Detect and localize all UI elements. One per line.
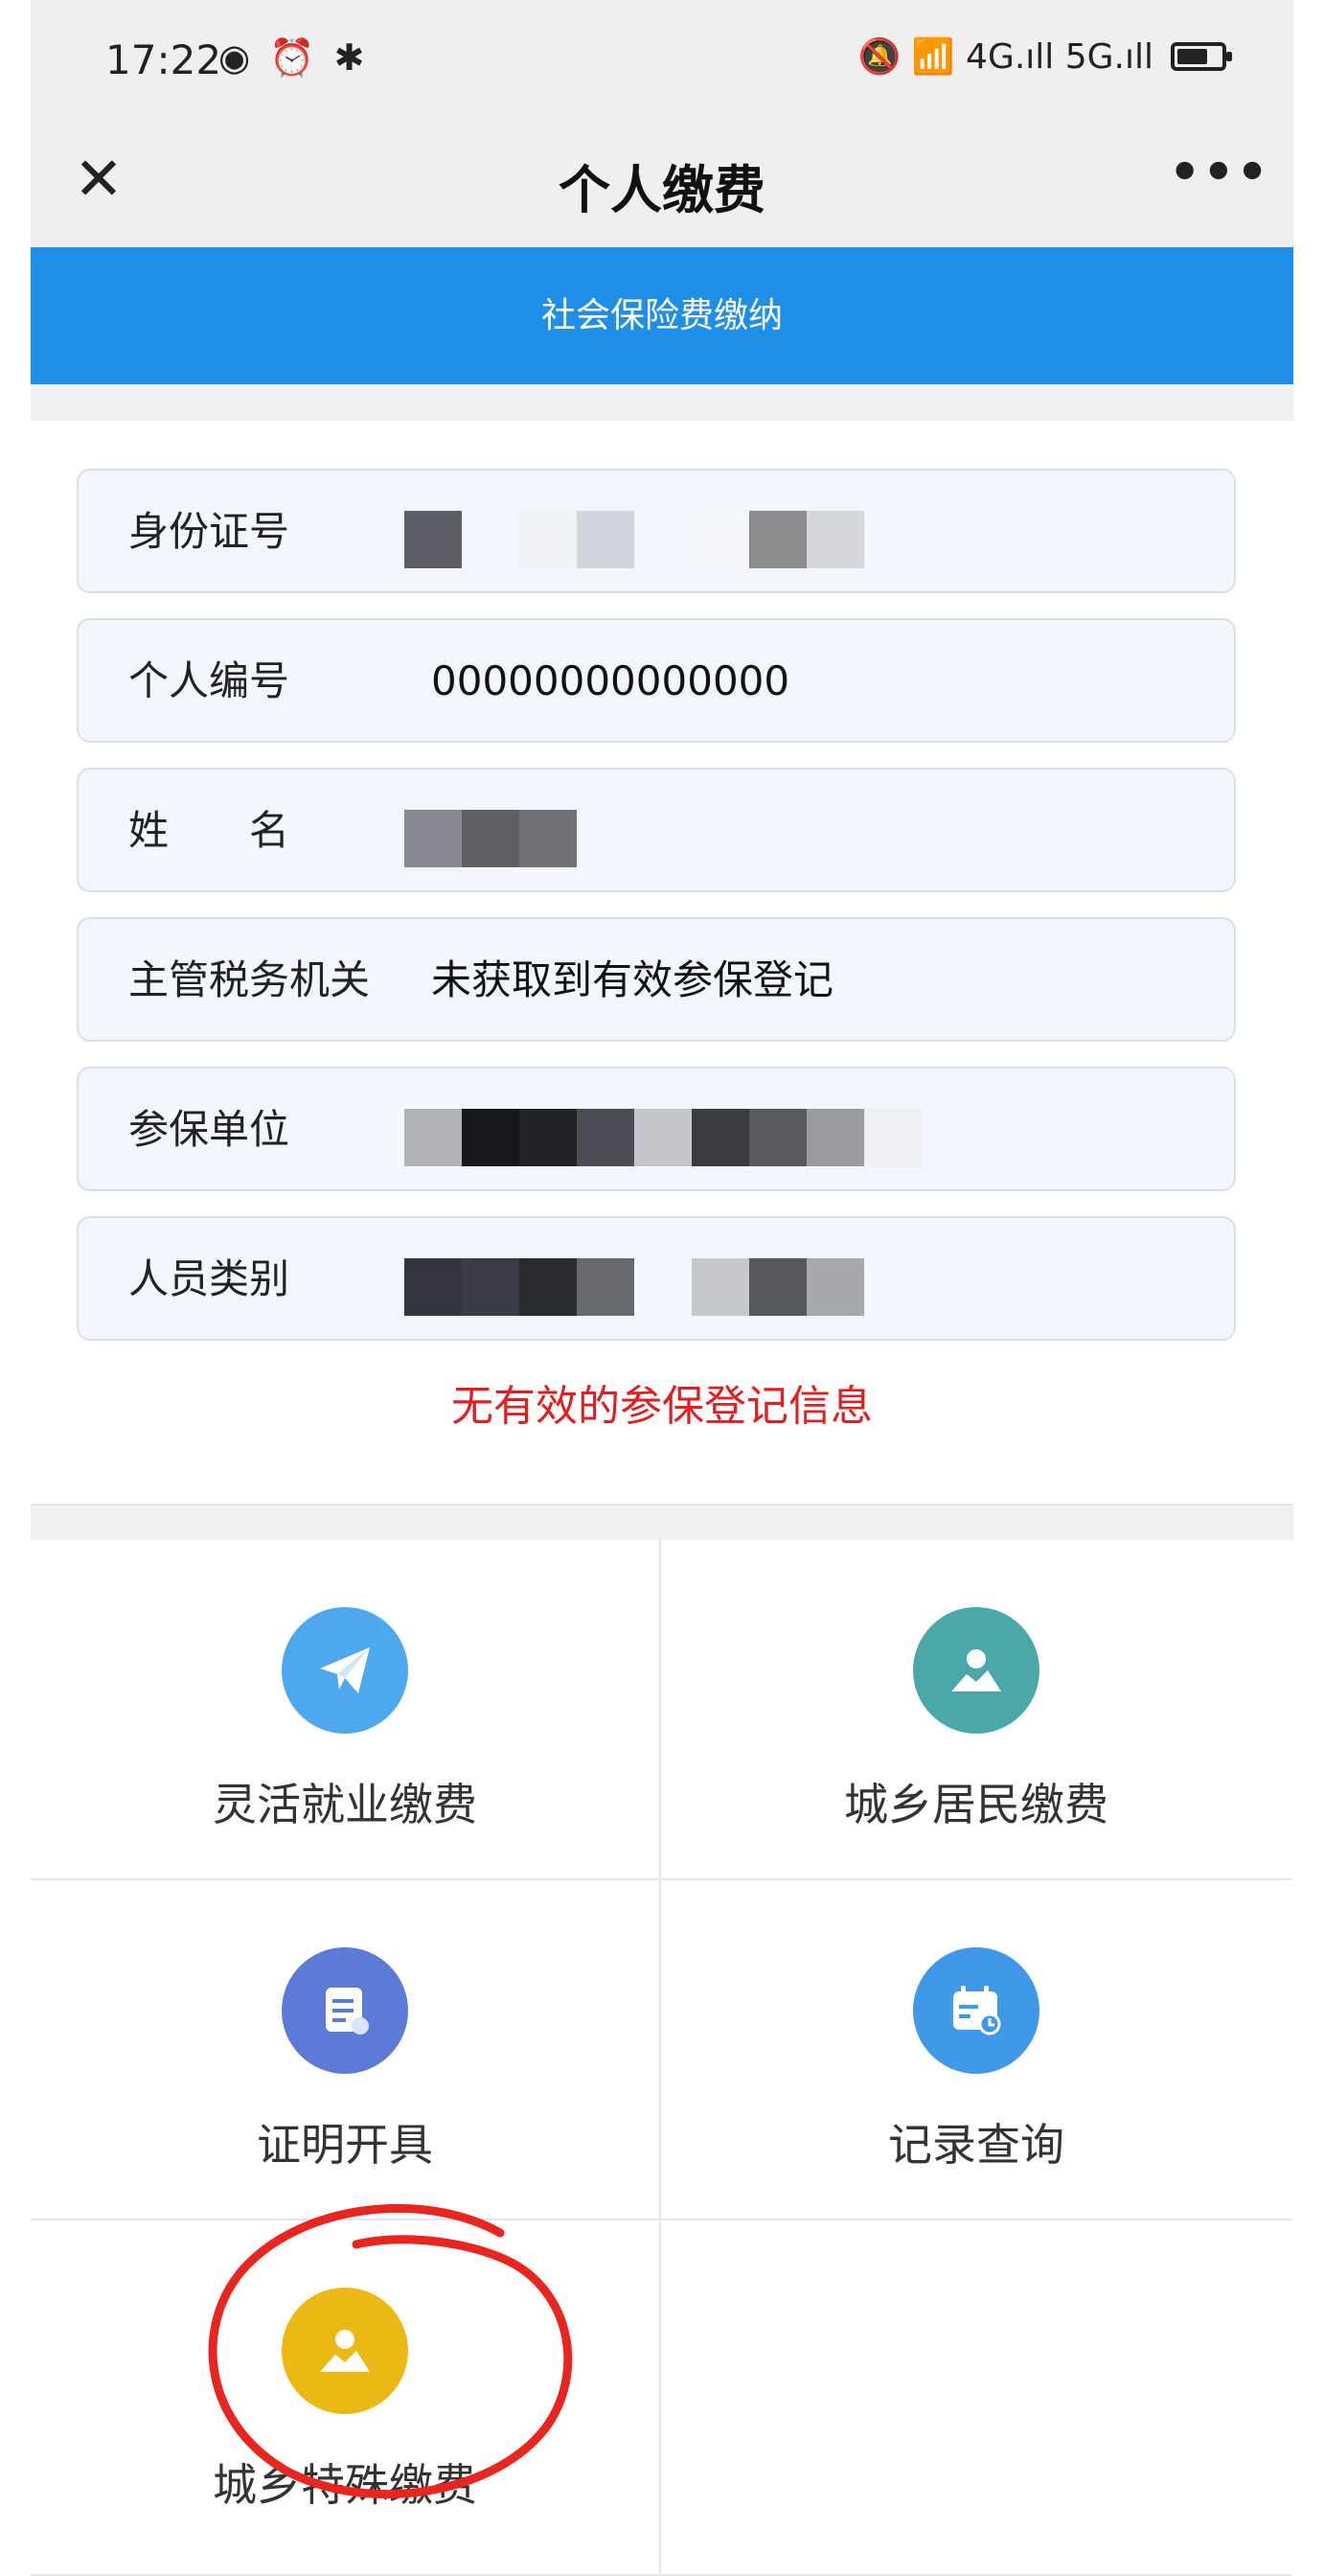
- app-frame: 17:22 ◉ ⏰ ✱ 🔕 📶 4G.ıll 5G.ıll ✕ 个人缴费 •••…: [31, 0, 1293, 2576]
- menu-record-query[interactable]: 记录查询: [661, 1880, 1291, 2220]
- redacted-mosaic: [404, 1258, 902, 1316]
- info-label: 主管税务机关: [128, 956, 371, 1003]
- info-row-personal-number: 个人编号 00000000000000: [77, 618, 1236, 743]
- error-message: 无有效的参保登记信息: [451, 1382, 873, 1431]
- calendar-icon: [913, 1947, 1039, 2074]
- menu-urban-rural-residents[interactable]: 城乡居民缴费: [661, 1540, 1291, 1880]
- info-label: 姓 名: [128, 807, 290, 854]
- info-row-name: 姓 名: [77, 768, 1236, 892]
- person-landscape-icon: [913, 1607, 1039, 1734]
- menu-label: 灵活就业缴费: [213, 1779, 477, 1830]
- info-row-person-category: 人员类别: [77, 1216, 1236, 1341]
- paper-plane-icon: [282, 1607, 408, 1734]
- redacted-mosaic: [404, 1109, 941, 1166]
- info-row-id-number: 身份证号: [77, 469, 1236, 593]
- info-label: 参保单位: [128, 1106, 290, 1153]
- battery-icon: [1171, 42, 1232, 71]
- info-value: 未获取到有效参保登记: [431, 956, 834, 1003]
- info-panel: 身份证号 个人编号 00000000000000 姓 名 主管税务机关 未获取到…: [31, 421, 1293, 1504]
- menu-label: 城乡居民缴费: [844, 1779, 1108, 1830]
- document-icon: [282, 1947, 408, 2074]
- status-time: 17:22: [105, 36, 222, 83]
- menu-flexible-employment[interactable]: 灵活就业缴费: [31, 1540, 661, 1880]
- menu-label: 记录查询: [888, 2119, 1064, 2171]
- redacted-mosaic: [404, 810, 596, 867]
- info-label: 人员类别: [128, 1255, 290, 1302]
- red-circle-annotation: [208, 2203, 573, 2499]
- section-divider: [31, 1504, 1293, 1542]
- page-title: 个人缴费: [559, 160, 765, 220]
- menu-empty-cell: [661, 2220, 1291, 2576]
- menu-label: 证明开具: [257, 2119, 433, 2171]
- info-label: 个人编号: [128, 657, 290, 704]
- status-bar: 17:22 ◉ ⏰ ✱ 🔕 📶 4G.ıll 5G.ıll: [31, 0, 1293, 115]
- more-button[interactable]: •••: [1169, 144, 1268, 211]
- redacted-mosaic: [404, 511, 883, 568]
- section-banner: 社会保险费缴纳: [31, 247, 1293, 384]
- divider: [31, 384, 1293, 421]
- status-left-icons: ◉ ⏰ ✱: [218, 36, 369, 79]
- info-value: 00000000000000: [431, 657, 790, 704]
- signal-icons: 🔕 📶 4G.ıll 5G.ıll: [857, 37, 1153, 77]
- info-label: 身份证号: [128, 508, 290, 555]
- status-right-icons: 🔕 📶 4G.ıll 5G.ıll: [857, 36, 1232, 77]
- info-row-tax-authority: 主管税务机关 未获取到有效参保登记: [77, 917, 1236, 1042]
- nav-bar: ✕ 个人缴费 •••: [31, 115, 1293, 247]
- info-row-insured-unit: 参保单位: [77, 1067, 1236, 1191]
- menu-certificate-issue[interactable]: 证明开具: [31, 1880, 661, 2220]
